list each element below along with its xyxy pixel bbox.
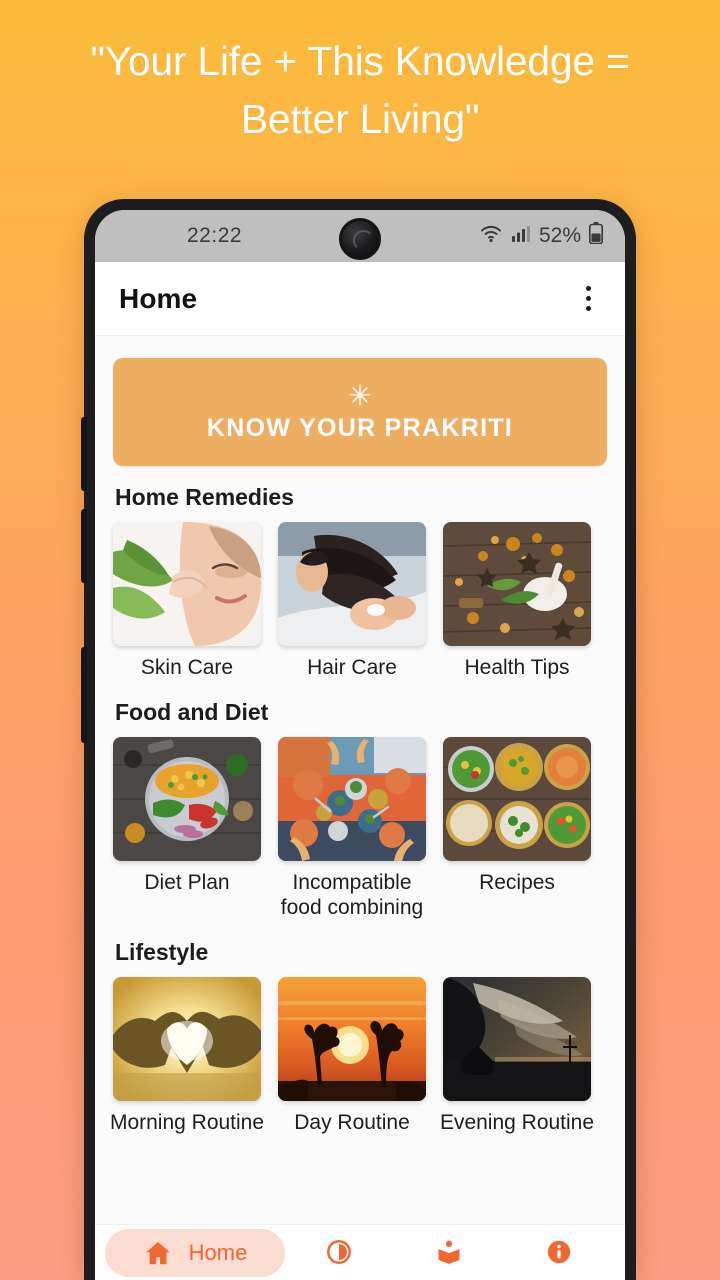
front-camera-icon	[339, 218, 381, 260]
thumbnail-evening-routine	[443, 976, 591, 1101]
tile-diet-plan[interactable]: Diet Plan	[109, 736, 265, 896]
reading-book-icon	[435, 1238, 465, 1268]
tile-morning-routine[interactable]: Morning Routine	[109, 976, 265, 1136]
nav-item-home[interactable]: Home	[105, 1228, 285, 1277]
tile-recipes[interactable]: Recipes	[439, 736, 595, 896]
tile-label: Day Routine	[294, 1110, 410, 1134]
asterisk-flower-icon: ✳	[348, 379, 372, 411]
section-home-remedies: Home Remedies Skin Care Hair Care Health…	[95, 484, 625, 681]
battery-icon	[589, 222, 603, 250]
thumbnail-day-routine	[278, 976, 426, 1101]
thumbnail-incompatible-food-combining	[278, 736, 426, 861]
tile-label: Health Tips	[464, 656, 570, 679]
thumbnail-morning-routine	[113, 976, 261, 1101]
tile-label: Incompatible food combining	[280, 870, 424, 920]
tile-evening-routine[interactable]: Evening Routine	[439, 976, 595, 1136]
nav-item-dosha[interactable]	[285, 1229, 395, 1277]
tile-hair-care[interactable]: Hair Care	[274, 522, 430, 681]
tile-row: Diet Plan Incompatible food combining Re…	[95, 736, 625, 921]
tile-label: Recipes	[479, 870, 555, 894]
section-lifestyle: Lifestyle Morning Routine Day Routine Ev…	[95, 939, 625, 1136]
home-icon	[143, 1238, 173, 1268]
tile-label: Morning Routine	[109, 1110, 265, 1134]
nav-item-info[interactable]	[505, 1229, 615, 1277]
bottom-navigation: Home	[95, 1224, 625, 1280]
phone-screen: 22:22 52% Home ✳ KNOW YOUR PRAKRITI Home…	[95, 210, 625, 1280]
banner-label: KNOW YOUR PRAKRITI	[206, 413, 514, 442]
main-content: ✳ KNOW YOUR PRAKRITI Home Remedies Skin …	[95, 336, 625, 1226]
section-title: Home Remedies	[115, 484, 294, 510]
section-title: Food and Diet	[115, 698, 269, 725]
info-icon	[545, 1238, 575, 1268]
tile-skin-care[interactable]: Skin Care	[109, 522, 265, 681]
page-headline: "Your Life + This Knowledge = Better Liv…	[90, 38, 630, 143]
wifi-icon	[479, 223, 503, 249]
volume-down-button[interactable]	[81, 509, 87, 583]
page-title: Home	[119, 282, 198, 314]
tile-label: Hair Care	[307, 656, 397, 679]
cellular-signal-icon	[511, 223, 531, 249]
tile-label: Skin Care	[140, 656, 234, 679]
phone-frame: 22:22 52% Home ✳ KNOW YOUR PRAKRITI Home…	[81, 199, 636, 1280]
more-vert-icon[interactable]	[573, 282, 603, 316]
power-button[interactable]	[81, 647, 87, 743]
thumbnail-diet-plan	[113, 736, 261, 861]
thumbnail-health-tips	[443, 522, 591, 646]
battery-percent: 52%	[538, 224, 581, 247]
volume-up-button[interactable]	[81, 417, 87, 491]
status-indicators: 52%	[479, 222, 603, 250]
tile-day-routine[interactable]: Day Routine	[274, 976, 430, 1136]
status-time: 22:22	[187, 224, 243, 247]
nav-item-library[interactable]	[395, 1229, 505, 1277]
dosha-circle-icon	[325, 1238, 355, 1268]
tile-incompatible-food-combining[interactable]: Incompatible food combining	[274, 736, 430, 921]
thumbnail-recipes	[443, 736, 591, 861]
status-bar: 22:22 52%	[95, 210, 625, 262]
nav-label-home: Home	[188, 1239, 248, 1265]
section-title: Lifestyle	[115, 938, 209, 965]
tile-health-tips[interactable]: Health Tips	[439, 522, 595, 681]
tile-row: Morning Routine Day Routine Evening Rout…	[95, 976, 625, 1136]
tile-label: Evening Routine	[439, 1110, 595, 1134]
app-bar: Home	[95, 262, 625, 336]
section-food-and-diet: Food and Diet Diet Plan Incompatible foo…	[95, 699, 625, 921]
thumbnail-hair-care	[278, 522, 426, 646]
tile-label: Diet Plan	[144, 870, 230, 894]
tile-row: Skin Care Hair Care Health Tips	[95, 522, 625, 681]
thumbnail-skin-care	[113, 522, 261, 646]
know-your-prakriti-banner[interactable]: ✳ KNOW YOUR PRAKRITI	[113, 358, 607, 466]
